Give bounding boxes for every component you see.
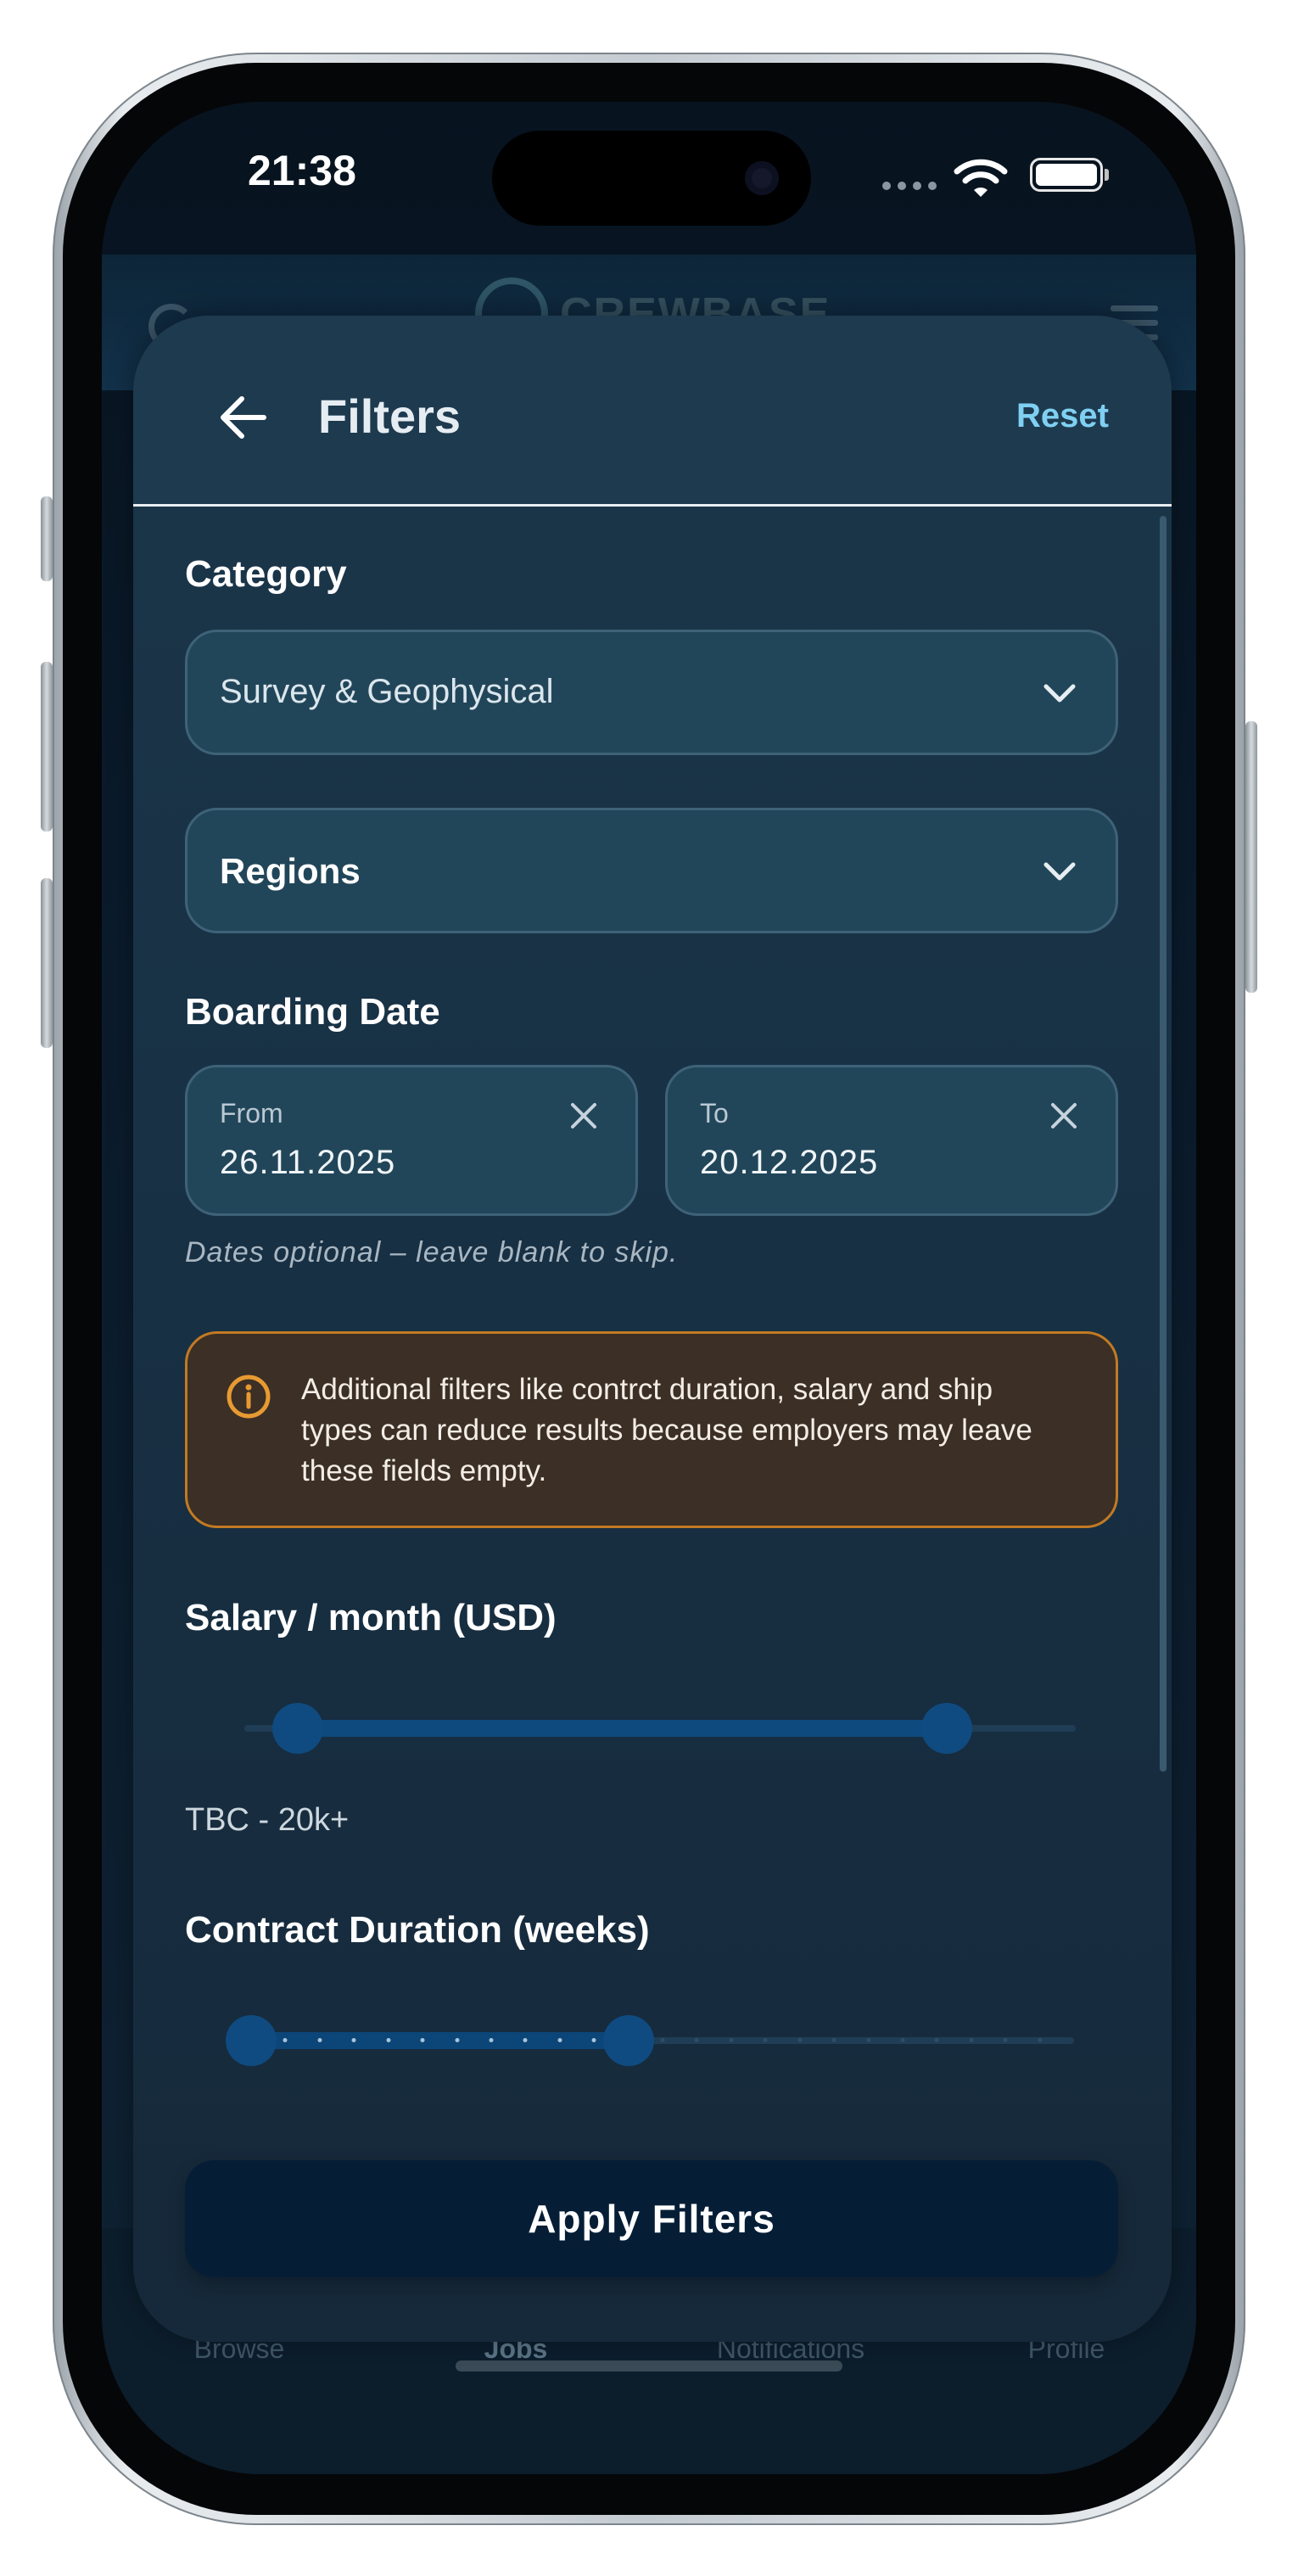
reset-button[interactable]: Reset	[1016, 397, 1109, 435]
contract-duration-slider[interactable]	[185, 2007, 1118, 2075]
salary-label: Salary / month (USD)	[185, 1597, 557, 1638]
duration-tick	[969, 2038, 974, 2042]
salary-range-text: TBC - 20k+	[185, 1802, 350, 1838]
date-to-field[interactable]: To 20.12.2025	[665, 1065, 1118, 1216]
duration-fill	[251, 2032, 629, 2049]
power-button	[1245, 721, 1257, 993]
filter-notice: Additional filters like contrct duration…	[185, 1331, 1118, 1528]
duration-tick	[523, 2038, 528, 2042]
duration-tick	[831, 2038, 836, 2042]
duration-tick	[386, 2038, 391, 2042]
clear-to-icon[interactable]	[1049, 1101, 1078, 1130]
salary-min-thumb[interactable]	[272, 1703, 323, 1754]
duration-max-thumb[interactable]	[602, 2015, 654, 2066]
info-icon	[227, 1375, 271, 1419]
chevron-down-icon	[1043, 684, 1076, 703]
date-to-value: 20.12.2025	[700, 1144, 879, 1181]
date-from-label: From	[220, 1098, 283, 1128]
contract-duration-label: Contract Duration (weeks)	[185, 1909, 650, 1951]
category-select[interactable]: Survey & Geophysical	[185, 630, 1118, 755]
wifi-icon	[954, 156, 1008, 203]
duration-tick	[455, 2038, 459, 2042]
sheet-title: Filters	[318, 389, 462, 443]
duration-tick	[557, 2038, 562, 2042]
duration-tick	[900, 2038, 905, 2042]
regions-placeholder: Regions	[220, 851, 361, 891]
date-from-value: 26.11.2025	[220, 1144, 396, 1181]
notice-text: Additional filters like contrct duration…	[301, 1373, 1032, 1487]
duration-tick	[694, 2038, 699, 2042]
duration-tick	[934, 2038, 939, 2042]
home-indicator[interactable]	[456, 2360, 842, 2372]
action-button	[41, 496, 53, 581]
duration-tick	[420, 2038, 425, 2042]
dates-hint: Dates optional – leave blank to skip.	[185, 1236, 679, 1268]
duration-tick	[1038, 2038, 1043, 2042]
status-time: 21:38	[248, 147, 356, 194]
battery-nub	[1105, 169, 1109, 181]
category-value: Survey & Geophysical	[220, 673, 554, 710]
duration-tick	[866, 2038, 870, 2042]
clear-from-icon[interactable]	[569, 1101, 598, 1130]
volume-down-button	[41, 878, 53, 1048]
salary-max-thumb[interactable]	[921, 1703, 972, 1754]
duration-min-thumb[interactable]	[226, 2015, 277, 2066]
scrollbar[interactable]	[1160, 516, 1167, 1772]
apply-filters-button[interactable]: Apply Filters	[185, 2160, 1118, 2277]
chevron-down-icon	[1043, 862, 1076, 881]
volume-up-button	[41, 662, 53, 832]
salary-fill	[298, 1720, 947, 1737]
battery-icon	[1030, 158, 1103, 192]
category-label: Category	[185, 553, 347, 595]
duration-tick	[283, 2038, 288, 2042]
duration-tick	[797, 2038, 803, 2042]
sheet-header: Filters Reset	[133, 316, 1172, 507]
duration-tick	[729, 2038, 734, 2042]
date-from-field[interactable]: From 26.11.2025	[185, 1065, 638, 1216]
cellular-signal-icon	[882, 182, 937, 190]
duration-tick	[660, 2038, 665, 2042]
duration-tick	[317, 2038, 322, 2042]
salary-range-slider[interactable]	[185, 1694, 1118, 1762]
date-to-label: To	[700, 1098, 729, 1128]
camera-icon	[745, 161, 779, 195]
duration-tick	[351, 2038, 356, 2042]
duration-tick	[763, 2038, 768, 2042]
duration-tick	[1003, 2038, 1008, 2042]
duration-tick	[591, 2038, 596, 2042]
boarding-date-label: Boarding Date	[185, 991, 440, 1033]
filters-sheet: Filters Reset Category Survey & Geophysi…	[133, 316, 1172, 2342]
screen: CREWBASE 21:38 Browse Jobs Notifications…	[102, 102, 1196, 2474]
arrow-left-icon	[221, 396, 266, 439]
duration-tick	[489, 2038, 494, 2042]
back-button[interactable]	[218, 394, 269, 441]
regions-select[interactable]: Regions	[185, 808, 1118, 933]
